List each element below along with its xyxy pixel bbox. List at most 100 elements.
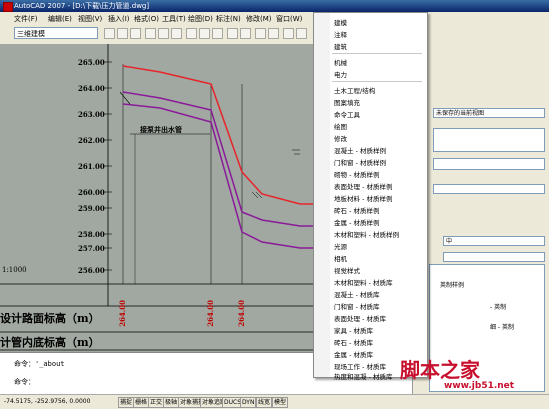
menu-item-modeling[interactable]: 建模 — [334, 17, 347, 27]
elevation-label-262: 262.00 — [78, 136, 105, 145]
menu-draw[interactable]: 绘图(D) — [188, 14, 213, 24]
plot-icon[interactable] — [145, 28, 156, 39]
menu-item-concrete-library[interactable]: 混凝土 - 材质库 — [334, 289, 379, 299]
paste-icon[interactable] — [212, 28, 223, 39]
match-prop-icon[interactable] — [227, 28, 238, 39]
menu-dimension[interactable]: 标注(N) — [216, 14, 241, 24]
menu-item-draw[interactable]: 绘图 — [334, 121, 347, 131]
publish-icon[interactable] — [171, 28, 182, 39]
annotation-leader — [119, 91, 131, 105]
menu-item-wood-sample[interactable]: 木材和塑料 - 材质样例 — [334, 229, 399, 239]
copy-icon[interactable] — [199, 28, 210, 39]
menu-item-metal-library[interactable]: 金属 - 材质库 — [334, 349, 373, 359]
palette-item-3[interactable]: 细 - 英制 — [490, 323, 514, 332]
menu-item-brick-sample[interactable]: 砖石 - 材质样例 — [334, 205, 379, 215]
pipe-invert-elevation-row-label: 计管内底标高（m） — [0, 336, 100, 349]
menu-item-thermal-library[interactable]: 热度和混凝 - 材质库 — [334, 371, 392, 381]
elevation-label-258: 258.00 — [78, 230, 105, 239]
menu-item-electrical[interactable]: 电力 — [334, 69, 347, 79]
standard-toolbar: 三维建模 — [0, 24, 315, 45]
title-bar: AutoCAD 2007 - [D:\下载\压力管道.dwg] — [0, 0, 549, 12]
new-icon[interactable] — [104, 28, 115, 39]
menu-item-finishes-sample[interactable]: 表面处理 - 材质样例 — [334, 181, 392, 191]
menu-window[interactable]: 窗口(W) — [276, 14, 302, 24]
elevation-label-265: 265.00 — [78, 58, 105, 67]
menu-item-modify[interactable]: 修改 — [334, 133, 347, 143]
menu-tools[interactable]: 工具(T) — [162, 14, 186, 24]
elevation-label-256: 256.00 — [78, 266, 105, 275]
lineweight-toggle[interactable]: 线宽 — [256, 397, 273, 408]
watermark-url: www.jb51.net — [444, 381, 515, 391]
menu-item-furniture-library[interactable]: 家具 - 材质库 — [334, 325, 373, 335]
panel-field-3[interactable] — [433, 184, 545, 194]
menu-item-metal-sample[interactable]: 金属 - 材质样例 — [334, 217, 379, 227]
polar-toggle[interactable]: 极轴 — [163, 397, 180, 408]
palette-item-2[interactable]: - 英制 — [490, 303, 506, 312]
workspace-combo[interactable]: 三维建模 — [14, 27, 98, 39]
elevation-label-257: 257.00 — [78, 244, 105, 253]
material-dropdown[interactable]: 中 — [443, 236, 545, 246]
menu-item-finishes-library[interactable]: 表面处理 - 材质库 — [334, 313, 386, 323]
menu-item-hatch[interactable]: 图案填充 — [334, 97, 360, 107]
block-editor-icon[interactable] — [240, 28, 251, 39]
menu-file[interactable]: 文件(F) — [14, 14, 38, 24]
undo-icon[interactable] — [255, 28, 266, 39]
dyn-toggle[interactable]: DYN — [240, 397, 257, 408]
ortho-toggle[interactable]: 正交 — [148, 397, 165, 408]
menu-item-mechanical[interactable]: 机械 — [334, 57, 347, 67]
menu-item-architecture[interactable]: 建筑 — [334, 41, 347, 51]
autocad-app-icon — [3, 2, 13, 12]
menu-item-visual-styles[interactable]: 视觉样式 — [334, 265, 360, 275]
grid-toggle[interactable]: 栅格 — [133, 397, 150, 408]
menu-item-lights[interactable]: 光源 — [334, 241, 347, 251]
command-prompt[interactable]: 命令： — [14, 377, 35, 387]
menu-item-flooring-sample[interactable]: 地板材料 - 材质样例 — [334, 193, 392, 203]
view-combo[interactable]: 未保存的当前视图 — [433, 108, 545, 118]
menu-item-doors-library[interactable]: 门和窗 - 材质库 — [334, 301, 379, 311]
elevation-label-260: 260.00 — [78, 188, 105, 197]
panel-field-1[interactable] — [433, 128, 545, 152]
snap-toggle[interactable]: 捕捉 — [118, 397, 135, 408]
elevation-label-261: 261.00 — [78, 162, 105, 171]
zoom-icon[interactable] — [296, 28, 307, 39]
station-value-2: 264.00 — [206, 300, 215, 327]
pump-outlet-annotation: 接泵井出水管 — [140, 125, 182, 134]
menu-item-concrete-sample[interactable]: 混凝土 - 材质样例 — [334, 145, 386, 155]
menu-edit[interactable]: 编辑(E) — [48, 14, 72, 24]
menu-modify[interactable]: 修改(M) — [246, 14, 272, 24]
station-value-1: 264.00 — [118, 300, 127, 327]
menu-item-wood-library[interactable]: 木材和塑料 - 材质库 — [334, 277, 392, 287]
station-value-3: 264.00 — [237, 300, 246, 327]
palette-item-1[interactable]: 英制样例 — [440, 281, 464, 290]
cut-icon[interactable] — [186, 28, 197, 39]
menu-item-annotation[interactable]: 注释 — [334, 29, 347, 39]
coordinate-readout: -74.5175, -252.9756, 0.0000 — [4, 398, 91, 405]
menu-item-masonry-sample[interactable]: 砌物 - 材质样例 — [334, 169, 379, 179]
menu-view[interactable]: 视图(V) — [78, 14, 102, 24]
menu-item-civil[interactable]: 土木工程/结构 — [334, 85, 375, 95]
status-bar: -74.5175, -252.9756, 0.0000 捕捉 栅格 正交 极轴 … — [0, 394, 549, 409]
menu-item-doors-sample[interactable]: 门和窗 - 材质样例 — [334, 157, 386, 167]
command-history-line: 命令：'_about — [14, 360, 65, 368]
model-toggle[interactable]: 模型 — [272, 397, 289, 408]
dashboard-panel: 未保存的当前视图 中 英制样例 - 英制 细 - 英制 — [412, 24, 549, 394]
scale-label: 1:1000 — [2, 266, 27, 274]
elevation-label-264: 264.00 — [78, 84, 105, 93]
elevation-label-259: 259.00 — [78, 204, 105, 213]
menu-item-cameras[interactable]: 相机 — [334, 253, 347, 263]
window-title: AutoCAD 2007 - [D:\下载\压力管道.dwg] — [14, 2, 150, 10]
tool-palette-context-menu: 建模 注释 建筑 机械 电力 土木工程/结构 图案填充 命令工具 绘图 修改 混… — [313, 12, 428, 381]
menu-item-brick-library[interactable]: 砖石 - 材质库 — [334, 337, 373, 347]
design-road-elevation-row-label: 设计路面标高（m） — [0, 312, 100, 325]
panel-field-4[interactable] — [443, 252, 545, 262]
menu-item-command-tools[interactable]: 命令工具 — [334, 109, 360, 119]
menu-item-sitework-library[interactable]: 现场工作 - 材质库 — [334, 361, 386, 371]
panel-field-2[interactable] — [433, 158, 545, 170]
open-icon[interactable] — [117, 28, 128, 39]
menu-format[interactable]: 格式(O) — [134, 14, 159, 24]
menu-insert[interactable]: 插入(I) — [108, 14, 130, 24]
redo-icon[interactable] — [268, 28, 279, 39]
pan-icon[interactable] — [283, 28, 294, 39]
save-icon[interactable] — [130, 28, 141, 39]
preview-icon[interactable] — [158, 28, 169, 39]
